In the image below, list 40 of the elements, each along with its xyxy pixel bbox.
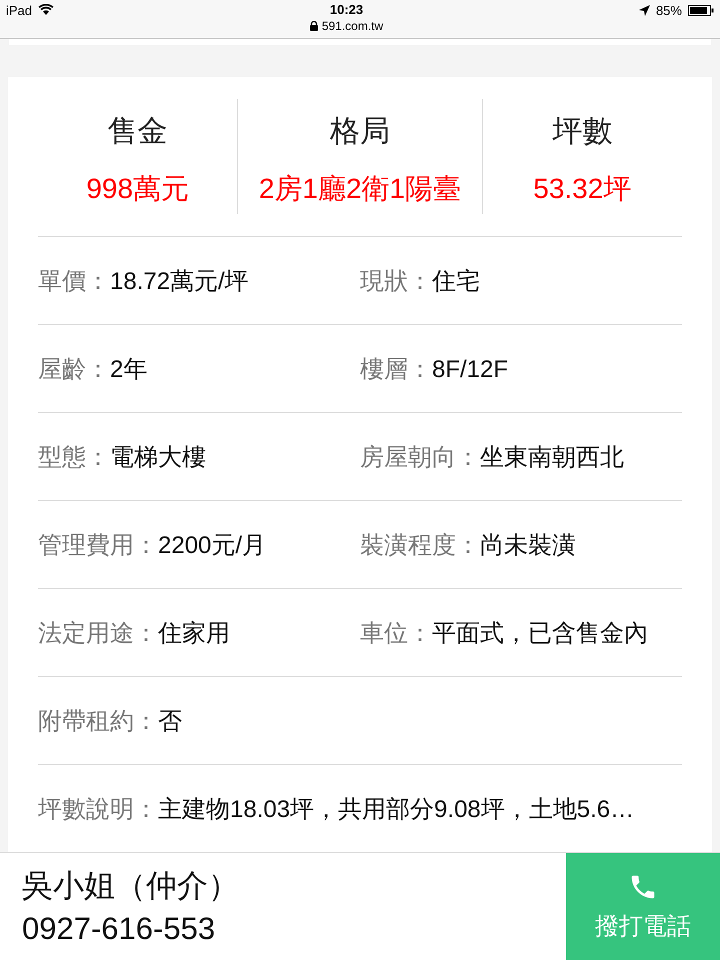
field-value: 18.72萬元/坪 <box>110 268 249 294</box>
field-label: 裝潢程度： <box>360 532 480 558</box>
field-label: 附帶租約： <box>38 708 158 734</box>
field-value: 2年 <box>110 356 148 382</box>
field-value: 坐東南朝西北 <box>480 444 624 470</box>
field-label: 法定用途： <box>38 620 158 646</box>
lock-icon <box>310 21 318 31</box>
summary-value: 53.32坪 <box>533 172 632 206</box>
field-value: 8F/12F <box>432 356 508 382</box>
field-value: 平面式，已含售金內 <box>432 620 648 646</box>
clock: 10:23 <box>330 2 364 17</box>
field-label: 現狀： <box>360 268 432 294</box>
address-bar[interactable]: 591.com.tw <box>310 19 384 33</box>
field-value: 主建物18.03坪，共用部分9.08坪，土地5.6… <box>158 796 634 822</box>
location-arrow-icon <box>638 4 650 16</box>
summary-value: 2房1廳2衛1陽臺 <box>258 172 462 206</box>
field-label: 單價： <box>38 268 110 294</box>
field-label: 車位： <box>360 620 432 646</box>
phone-number: 0927-616-553 <box>22 911 216 947</box>
field-label: 樓層： <box>360 356 432 382</box>
battery-percent: 85% <box>656 2 682 18</box>
field-value: 電梯大樓 <box>110 444 206 470</box>
field-label: 屋齡： <box>38 356 110 382</box>
agent-name: 吳小姐（仲介） <box>22 867 239 905</box>
field-value: 2200元/月 <box>158 532 266 558</box>
battery-icon <box>688 4 714 16</box>
wifi-icon <box>38 4 54 16</box>
field-label: 坪數說明： <box>38 796 158 822</box>
device-name: iPad <box>6 2 32 18</box>
summary-label: 格局 <box>330 114 390 150</box>
field-label: 房屋朝向： <box>360 444 480 470</box>
field-value: 否 <box>158 708 182 734</box>
field-label: 管理費用： <box>38 532 158 558</box>
field-label: 型態： <box>38 444 110 470</box>
summary-value: 998萬元 <box>86 172 190 206</box>
field-value: 住宅 <box>432 268 480 294</box>
summary-label: 坪數 <box>552 114 612 150</box>
field-value: 尚未裝潢 <box>480 532 576 558</box>
summary-label: 售金 <box>108 114 168 150</box>
field-value: 住家用 <box>158 620 230 646</box>
